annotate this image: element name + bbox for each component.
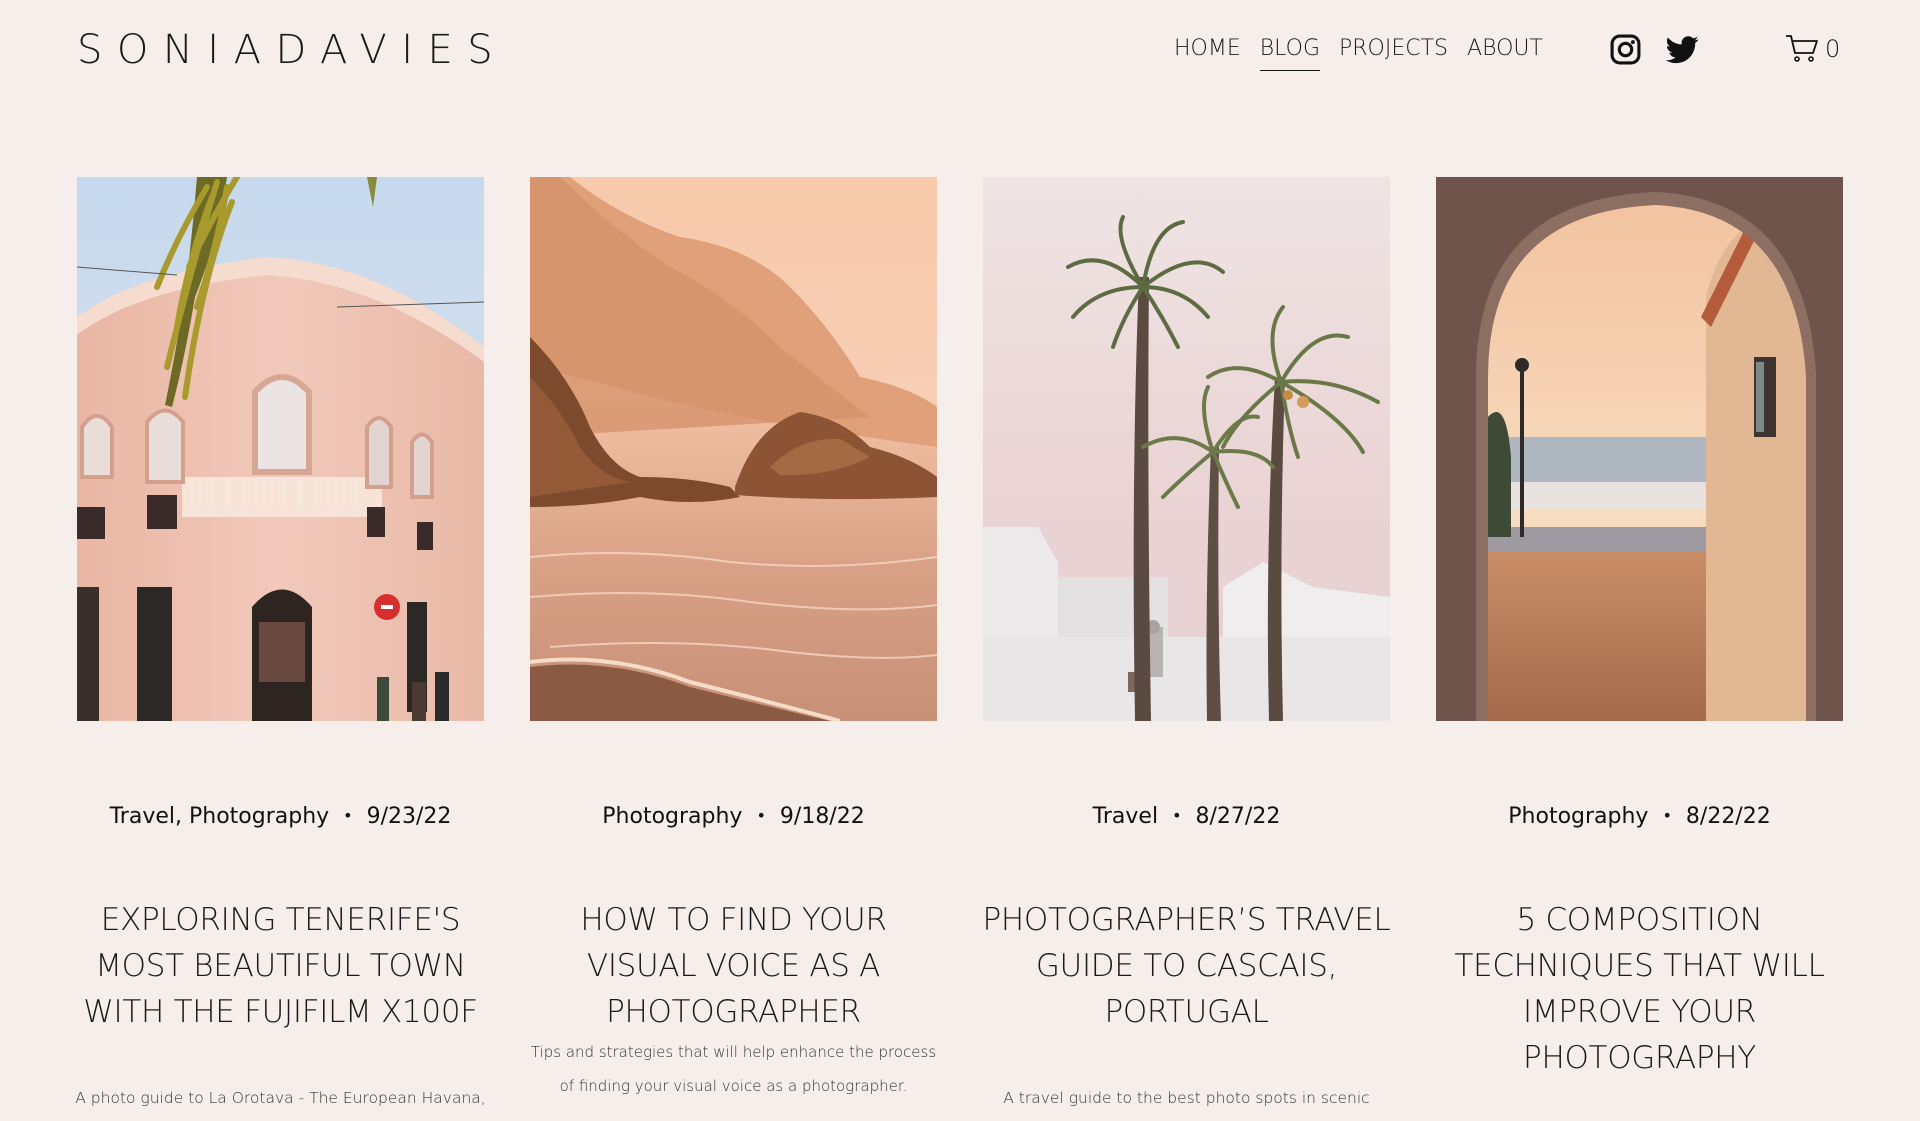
post-title[interactable]: EXPLORING TENERIFE'S MOST BEAUTIFUL TOWN… [71,897,490,1035]
post-date: 8/22/22 [1685,804,1771,829]
nav-about[interactable]: ABOUT [1467,34,1543,71]
post-title[interactable]: PHOTOGRAPHER’S TRAVEL GUIDE TO CASCAIS, … [977,897,1396,1035]
post-categories[interactable]: Photography [1508,804,1648,829]
post-categories[interactable]: Photography [602,804,742,829]
cart-count: 0 [1825,35,1841,63]
meta-separator: • [756,806,766,825]
cart-link[interactable]: 0 [1785,33,1840,65]
nav-projects[interactable]: PROJECTS [1339,34,1448,71]
meta-separator: • [1662,806,1672,825]
post-excerpt: A travel guide to the best photo spots i… [1003,1089,1370,1107]
nav-blog[interactable]: BLOG [1259,34,1320,71]
site-header: SONIADAVIES HOME BLOG PROJECTS ABOUT 0 [0,0,1920,100]
post-image-stone-archway[interactable] [1436,177,1843,721]
post-meta: Photography • 8/22/22 [1436,804,1843,829]
post-image-palm-trees[interactable] [983,177,1390,721]
post-meta: Travel, Photography • 9/23/22 [77,804,484,829]
post-date: 8/27/22 [1195,804,1281,829]
post-image-coastal-cliffs[interactable] [530,177,937,721]
post-title[interactable]: 5 COMPOSITION TECHNIQUES THAT WILL IMPRO… [1430,897,1849,1081]
social-links [1609,33,1699,66]
instagram-icon[interactable] [1609,33,1642,66]
post-date: 9/18/22 [779,804,865,829]
blog-post-card: Photography • 9/18/22 HOW TO FIND YOUR VIS… [530,177,937,1095]
post-excerpt: A photo guide to La Orotava - The Europe… [75,1089,486,1107]
post-meta: Travel • 8/27/22 [983,804,1390,829]
blog-post-card: Travel • 8/27/22 PHOTOGRAPHER’S TRAVEL GUI… [983,177,1391,1107]
blog-post-card: Travel, Photography • 9/23/22 EXPLORING TE… [75,177,486,1107]
meta-separator: • [343,806,353,825]
post-categories[interactable]: Travel [1093,804,1158,829]
meta-separator: • [1172,806,1182,825]
main-nav: HOME BLOG PROJECTS ABOUT [1174,34,1562,71]
post-categories[interactable]: Travel, Photography [110,804,330,829]
blog-post-card: Photography • 8/22/22 5 COMPOSITION TECHNI… [1436,177,1843,1076]
cart-icon [1786,35,1818,62]
site-logo[interactable]: SONIADAVIES [77,26,507,74]
post-image-pink-building[interactable] [77,177,484,721]
post-excerpt: Tips and strategies that will help enhan… [530,1043,937,1095]
twitter-icon[interactable] [1666,33,1699,66]
nav-home[interactable]: HOME [1174,34,1241,71]
post-title[interactable]: HOW TO FIND YOUR VISUAL VOICE AS A PHOTO… [524,897,943,1035]
post-meta: Photography • 9/18/22 [530,804,937,829]
post-date: 9/23/22 [366,804,452,829]
